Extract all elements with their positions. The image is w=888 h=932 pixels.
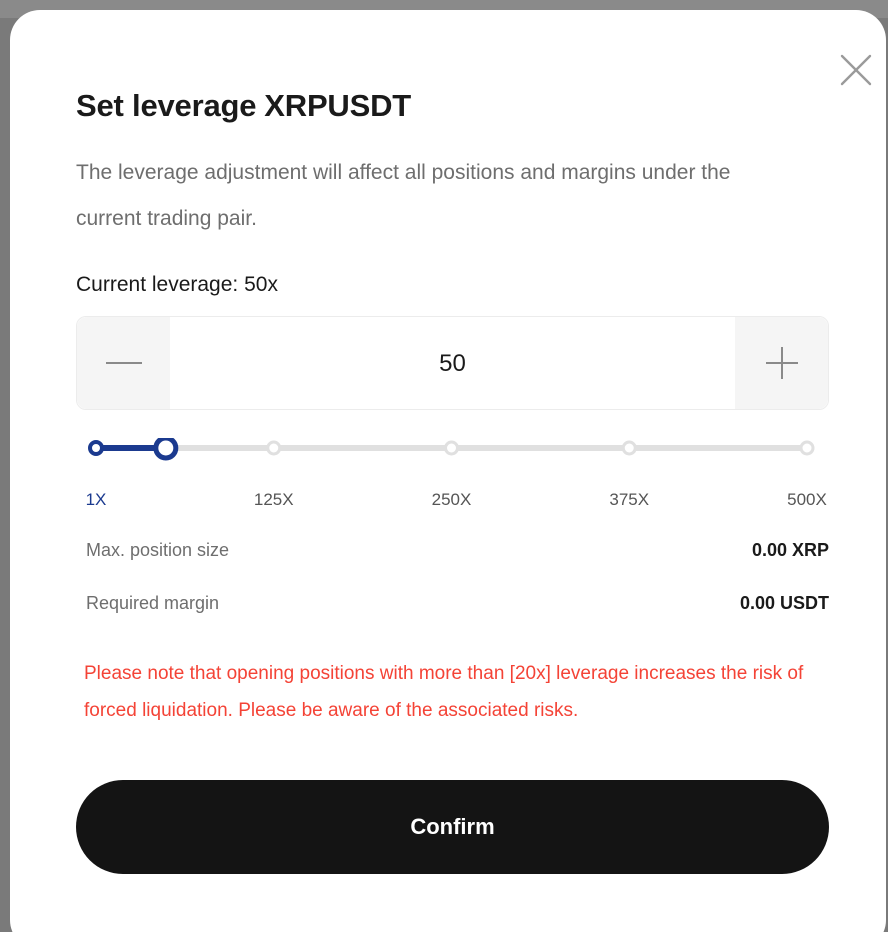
- max-position-value: 0.00 XRP: [751, 540, 829, 560]
- close-button[interactable]: [836, 50, 876, 90]
- close-icon: [840, 54, 872, 86]
- slider-tick-2[interactable]: [444, 440, 459, 456]
- slider-tick-0[interactable]: [88, 440, 104, 456]
- slider-tick-label-3: 375X: [609, 490, 650, 509]
- slider-tick-label-0: 1X: [85, 490, 107, 509]
- leverage-stepper: [76, 316, 829, 411]
- slider-tick-label-2: 250X: [431, 490, 472, 509]
- required-margin-label: Required margin: [86, 593, 220, 613]
- slider-track: [88, 438, 815, 461]
- slider-tick-4[interactable]: [799, 440, 815, 456]
- increase-button[interactable]: [735, 317, 828, 409]
- plus-icon: [765, 347, 798, 379]
- confirm-label: Confirm: [410, 814, 495, 839]
- confirm-button[interactable]: Confirm: [76, 780, 829, 874]
- dialog-title: Set leverage XRPUSDT: [76, 88, 411, 124]
- slider-handle[interactable]: [153, 438, 179, 461]
- leverage-dialog: Set leverage XRPUSDT The leverage adjustm…: [10, 10, 886, 932]
- slider-tick-1[interactable]: [266, 440, 282, 456]
- trading-pair: XRPUSDT: [264, 88, 412, 123]
- current-leverage: Current leverage: 50x: [76, 273, 278, 296]
- max-position-label: Max. position size: [86, 540, 230, 560]
- dialog-title-text: Set leverage: [76, 88, 257, 123]
- dialog-description: The leverage adjustment will affect all …: [76, 161, 731, 230]
- minus-icon: [105, 362, 142, 364]
- decrease-button[interactable]: [77, 317, 170, 409]
- slider-tick-label-1: 125X: [253, 490, 294, 509]
- risk-warning: Please note that opening positions with …: [84, 663, 804, 721]
- slider-tick-label-4: 500X: [787, 490, 827, 509]
- leverage-input[interactable]: [170, 317, 735, 411]
- required-margin-value: 0.00 USDT: [739, 593, 829, 613]
- slider-tick-3[interactable]: [621, 440, 637, 456]
